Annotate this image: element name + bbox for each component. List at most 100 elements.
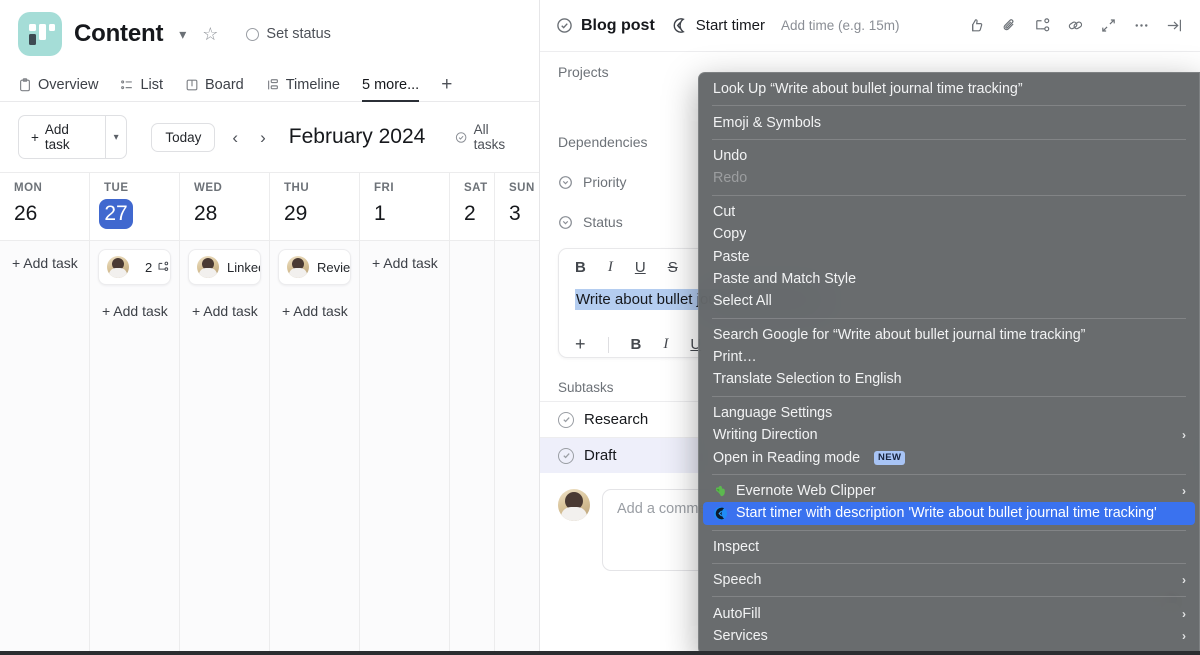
menu-item-evernote-web-clipper[interactable]: Evernote Web Clipper › <box>699 480 1199 502</box>
chevron-right-icon: › <box>1182 630 1186 642</box>
start-timer-button[interactable]: Start timer <box>671 17 765 34</box>
calendar-column-tue[interactable]: 2 + Add task <box>90 241 180 655</box>
link-icon[interactable] <box>1066 16 1085 35</box>
calendar-column-sat[interactable] <box>450 241 495 655</box>
star-outline-icon[interactable]: ☆ <box>202 25 218 43</box>
thumbs-up-icon[interactable] <box>967 16 986 35</box>
day-header-sat: SAT 2 <box>450 173 495 240</box>
set-status-button[interactable]: Set status <box>246 26 330 42</box>
menu-item-look-up[interactable]: Look Up “Write about bullet journal time… <box>699 78 1199 100</box>
next-period-button[interactable]: › <box>255 129 271 146</box>
calendar-column-wed[interactable]: LinkedIn post + Add task <box>180 241 270 655</box>
menu-item-inspect[interactable]: Inspect <box>699 536 1199 558</box>
bold-button[interactable]: B <box>575 259 586 276</box>
menu-item-label: Paste and Match Style <box>713 271 856 287</box>
menu-item-autofill[interactable]: AutoFill › <box>699 602 1199 624</box>
chevron-down-icon[interactable]: ▾ <box>175 24 190 45</box>
collapse-panel-icon[interactable] <box>1165 16 1184 35</box>
context-menu: Look Up “Write about bullet journal time… <box>698 72 1200 655</box>
menu-item-label: AutoFill <box>713 606 761 622</box>
bold-button[interactable]: B <box>631 336 642 353</box>
add-task-label: Add task <box>45 122 93 152</box>
add-task-button[interactable]: + Add task <box>18 115 105 159</box>
menu-item-label: Print… <box>713 349 757 365</box>
menu-separator <box>712 195 1186 196</box>
menu-separator <box>712 474 1186 475</box>
paperclip-icon[interactable] <box>1000 16 1019 35</box>
add-task-inline[interactable]: + Add task <box>180 297 269 325</box>
all-tasks-filter[interactable]: All tasks <box>455 122 521 152</box>
check-circle-icon[interactable] <box>558 448 574 464</box>
day-header-sun: SUN 3 <box>495 173 539 240</box>
task-status-title[interactable]: Blog post <box>556 17 655 35</box>
menu-item-open-in-reading-mode[interactable]: Open in Reading mode NEW <box>699 446 1199 468</box>
menu-item-paste[interactable]: Paste <box>699 245 1199 267</box>
prev-period-button[interactable]: ‹ <box>227 129 243 146</box>
menu-item-start-timer-with-description[interactable]: Start timer with description 'Write abou… <box>703 502 1195 524</box>
menu-item-select-all[interactable]: Select All <box>699 290 1199 312</box>
menu-item-undo[interactable]: Undo <box>699 145 1199 167</box>
add-task-inline[interactable]: + Add task <box>360 249 449 277</box>
tab-label: Board <box>205 77 244 93</box>
day-number: 2 <box>464 199 494 229</box>
task-title: Review <box>317 260 351 275</box>
check-circle-icon <box>556 17 573 34</box>
menu-item-print[interactable]: Print… <box>699 346 1199 368</box>
underline-button[interactable]: U <box>635 259 646 276</box>
subtask-icon[interactable] <box>1033 16 1052 35</box>
more-icon[interactable] <box>1132 16 1151 35</box>
task-chip[interactable]: LinkedIn post <box>188 249 261 285</box>
menu-item-services[interactable]: Services › <box>699 625 1199 647</box>
menu-item-writing-direction[interactable]: Writing Direction › <box>699 424 1199 446</box>
menu-item-language-settings[interactable]: Language Settings <box>699 402 1199 424</box>
expand-icon[interactable] <box>1099 16 1118 35</box>
italic-button[interactable]: I <box>608 259 613 276</box>
day-header-fri: FRI 1 <box>360 173 450 240</box>
calendar-column-sun[interactable] <box>495 241 539 655</box>
task-detail-header: Blog post Start timer Add time (e.g. 15m… <box>540 0 1200 52</box>
italic-button[interactable]: I <box>663 336 668 353</box>
timer-crescent-icon <box>713 506 728 521</box>
day-of-week: WED <box>194 182 269 194</box>
menu-item-paste-and-match-style[interactable]: Paste and Match Style <box>699 268 1199 290</box>
insert-block-button[interactable]: + <box>575 334 586 355</box>
add-task-inline[interactable]: + Add task <box>90 297 179 325</box>
add-view-button[interactable]: + <box>441 74 452 101</box>
menu-separator <box>712 530 1186 531</box>
add-task-caret-button[interactable]: ▾ <box>105 115 128 159</box>
menu-item-emoji-symbols[interactable]: Emoji & Symbols <box>699 111 1199 133</box>
calendar-column-thu[interactable]: Review + Add task <box>270 241 360 655</box>
task-chip[interactable]: Review <box>278 249 351 285</box>
add-task-inline[interactable]: + Add task <box>0 249 89 277</box>
tab-label: Overview <box>38 77 98 93</box>
calendar-column-mon[interactable]: + Add task <box>0 241 90 655</box>
task-chip[interactable]: 2 <box>98 249 171 285</box>
add-time-input[interactable]: Add time (e.g. 15m) <box>781 18 900 33</box>
avatar <box>287 256 309 278</box>
strikethrough-button[interactable]: S <box>668 259 678 276</box>
tab-more[interactable]: 5 more... <box>362 77 419 102</box>
calendar-column-fri[interactable]: + Add task <box>360 241 450 655</box>
calendar-panel: Content ▾ ☆ Set status Overview List <box>0 0 540 655</box>
app-root: Content ▾ ☆ Set status Overview List <box>0 0 1200 655</box>
tab-timeline[interactable]: Timeline <box>266 77 340 102</box>
today-button[interactable]: Today <box>151 123 215 152</box>
menu-item-translate-selection[interactable]: Translate Selection to English <box>699 368 1199 390</box>
tab-board[interactable]: Board <box>185 77 244 102</box>
field-label: Priority <box>583 174 627 190</box>
task-title: LinkedIn post <box>227 260 261 275</box>
check-circle-icon[interactable] <box>558 412 574 428</box>
day-number-today: 27 <box>99 199 133 229</box>
tab-overview[interactable]: Overview <box>18 77 98 102</box>
tab-list[interactable]: List <box>120 77 163 102</box>
day-number: 28 <box>194 199 269 229</box>
menu-item-search-google[interactable]: Search Google for “Write about bullet jo… <box>699 324 1199 346</box>
menu-item-label: Evernote Web Clipper <box>736 483 876 499</box>
menu-item-label: Undo <box>713 148 747 164</box>
add-task-inline[interactable]: + Add task <box>270 297 359 325</box>
menu-item-speech[interactable]: Speech › <box>699 569 1199 591</box>
menu-item-copy[interactable]: Copy <box>699 223 1199 245</box>
menu-item-redo: Redo <box>699 167 1199 189</box>
detail-header-actions <box>967 16 1184 35</box>
menu-item-cut[interactable]: Cut <box>699 201 1199 223</box>
